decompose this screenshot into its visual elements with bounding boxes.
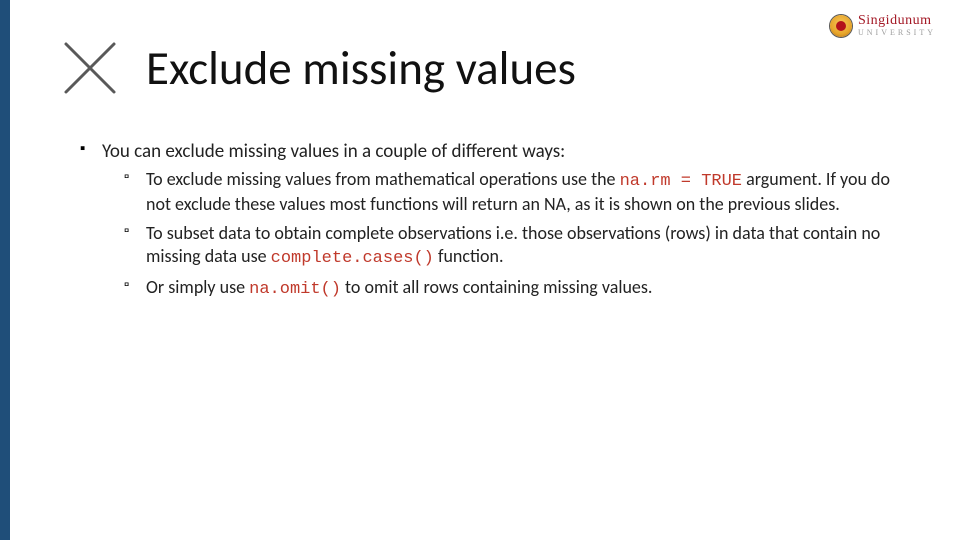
left-accent-stripe (0, 0, 10, 540)
slide-body: You can exclude missing values in a coup… (80, 140, 912, 307)
lead-text: You can exclude missing values in a coup… (102, 140, 565, 163)
logo-text: Singidunum UNIVERSITY (858, 14, 936, 37)
item-code: complete.cases() (271, 249, 434, 268)
item-text-pre: To exclude missing values from mathemati… (146, 168, 620, 190)
university-logo: Singidunum UNIVERSITY (830, 14, 936, 37)
bullet-level2: To subset data to obtain complete observ… (124, 222, 912, 270)
logo-crest-icon (830, 15, 852, 37)
item-text-pre: To subset data to obtain complete observ… (146, 222, 880, 267)
bullet-level2: Or simply use na.omit() to omit all rows… (124, 276, 912, 301)
bullet-level2: To exclude missing values from mathemati… (124, 168, 912, 216)
logo-name: Singidunum (858, 14, 936, 28)
x-icon (58, 36, 122, 100)
page-title: Exclude missing values (146, 39, 576, 97)
item-code: na.omit() (249, 280, 341, 299)
slide-header: Exclude missing values (58, 36, 920, 100)
bullet-level1: You can exclude missing values in a coup… (80, 140, 912, 301)
item-code: na.rm = TRUE (620, 172, 742, 191)
item-text-post: to omit all rows containing missing valu… (341, 276, 653, 298)
item-text-pre: Or simply use (146, 276, 249, 298)
item-text-post: function. (434, 245, 504, 267)
